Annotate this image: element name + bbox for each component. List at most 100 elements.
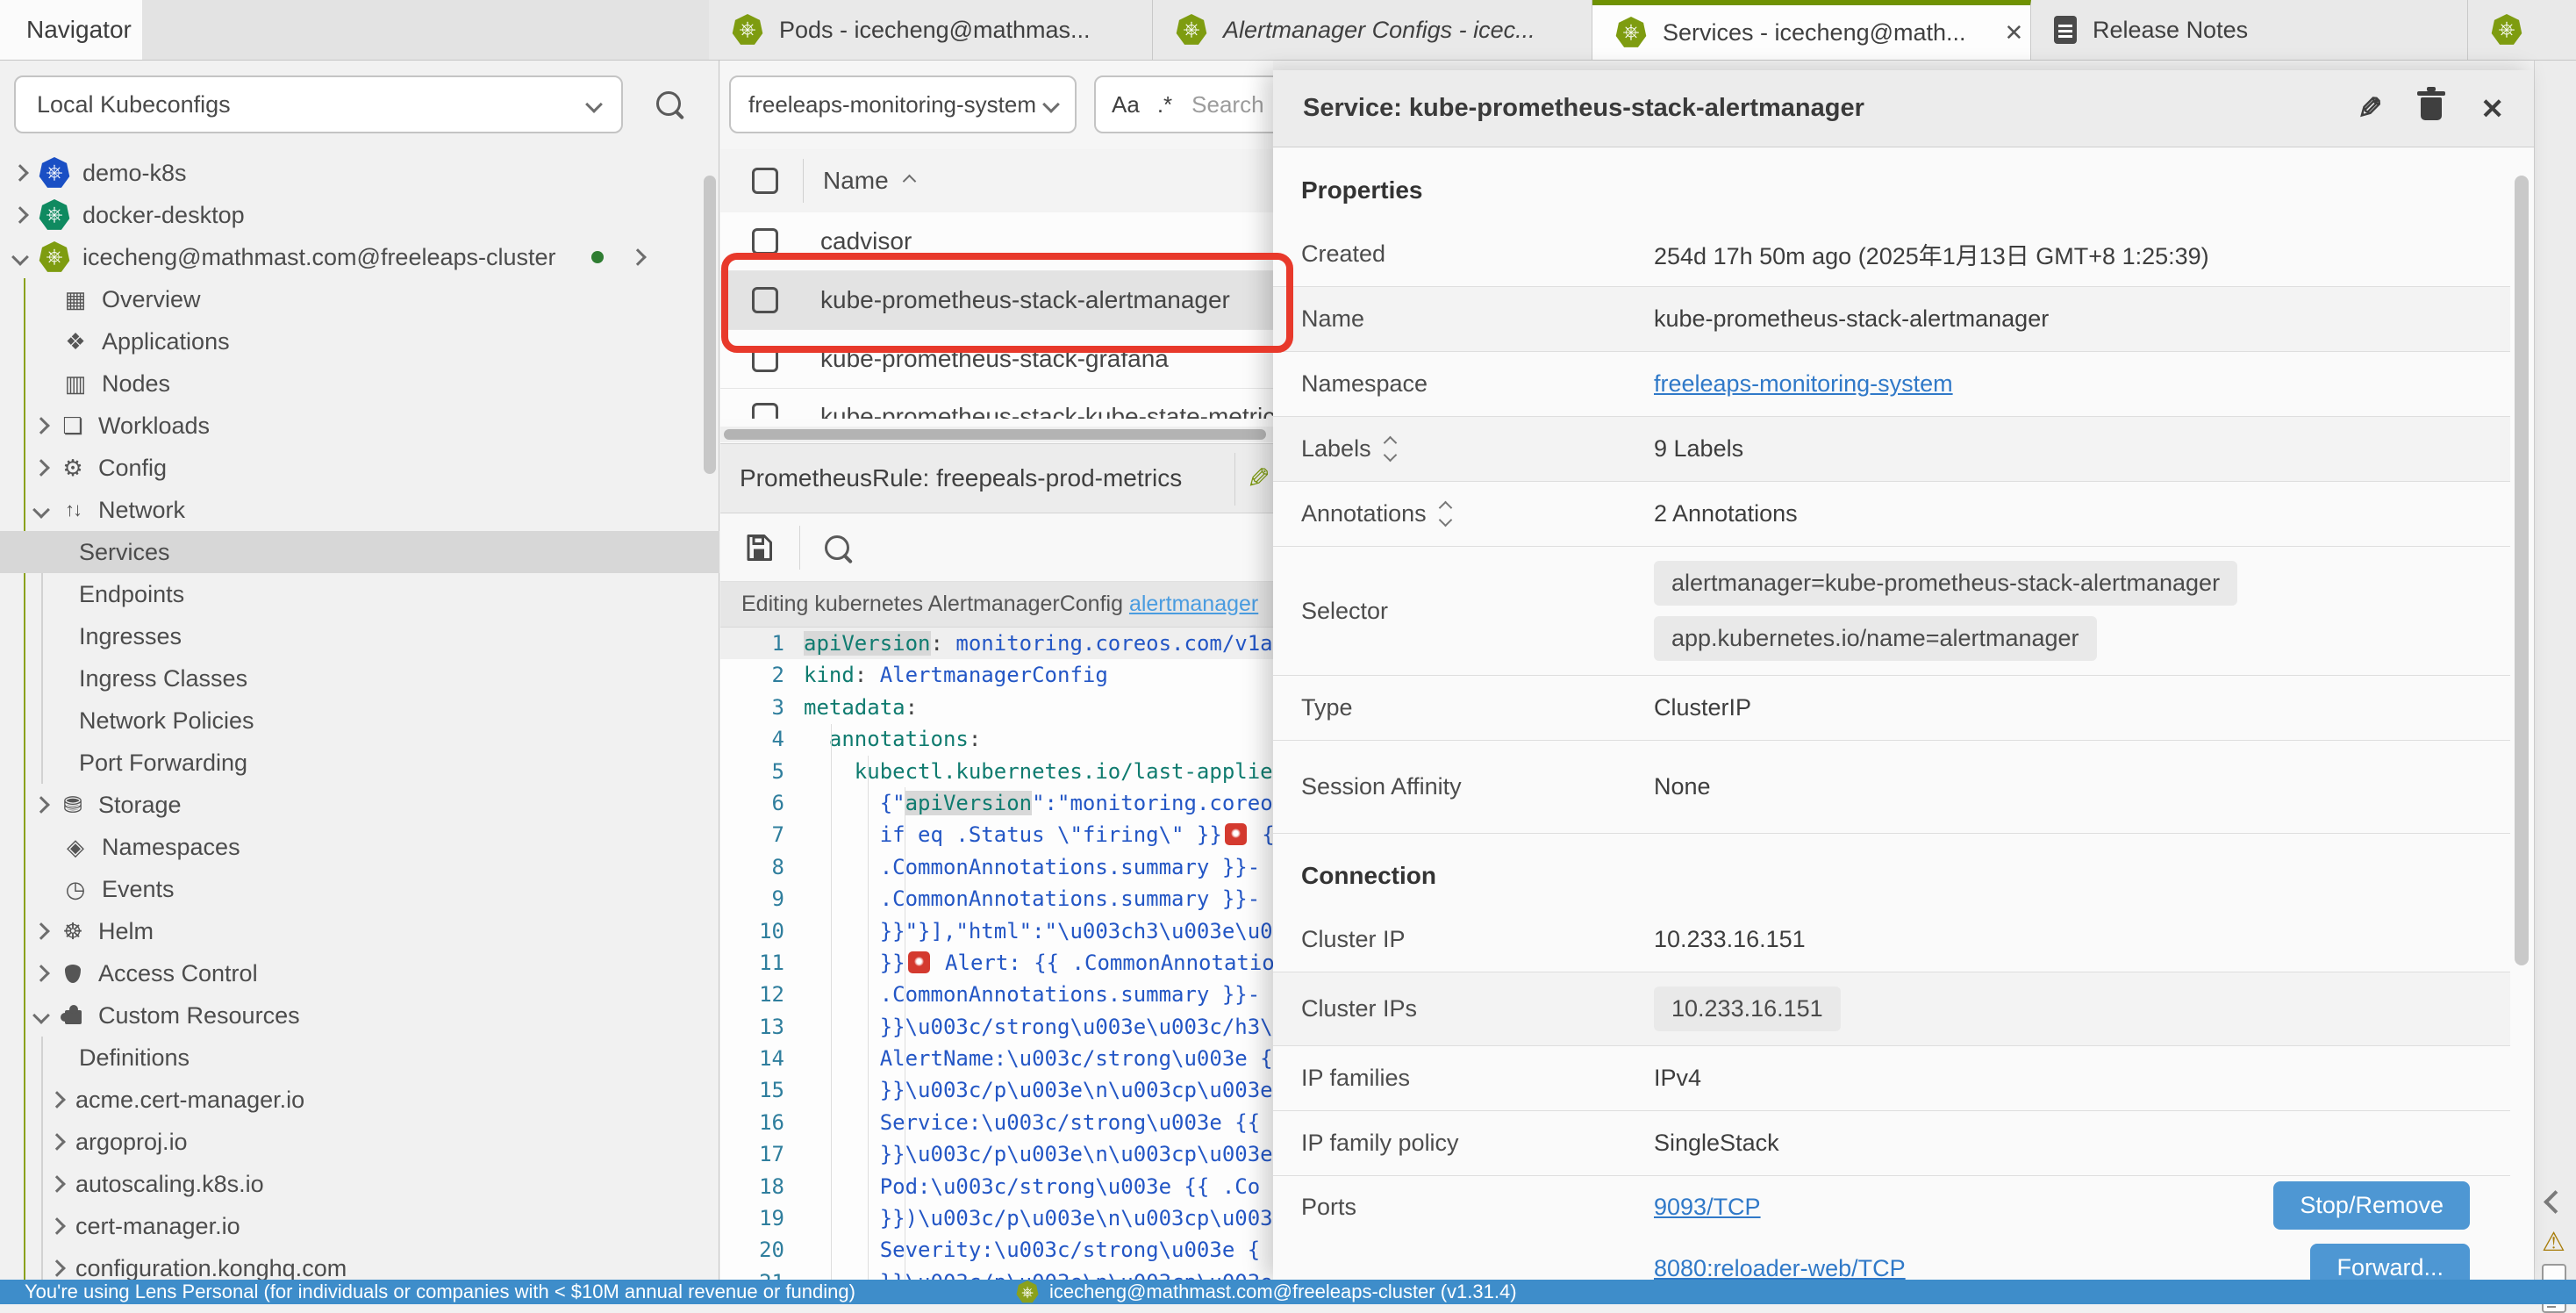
code-line[interactable]: 19 }})\u003c/p\u003e\n\u003cp\u003e\u00 <box>720 1202 1273 1234</box>
sidebar-scrollbar[interactable] <box>704 176 716 474</box>
horizontal-scrollbar[interactable] <box>720 427 1273 442</box>
expand-toggle-icon[interactable] <box>1441 503 1450 525</box>
edit-icon[interactable]: ✎ <box>2358 91 2383 126</box>
sidebar-item-acme-cert-manager[interactable]: acme.cert-manager.io <box>0 1079 719 1121</box>
yaml-editor[interactable]: 1apiVersion: monitoring.coreos.com/v1alp… <box>720 628 1273 1280</box>
sidebar-item-argoproj[interactable]: argoproj.io <box>0 1121 719 1163</box>
chevron-right-icon[interactable] <box>11 164 29 182</box>
code-line[interactable]: 10 }}"}],"html":"\u003ch3\u003e\u003cstr… <box>720 915 1273 947</box>
tab-partial[interactable]: ⎈ <box>2468 0 2576 60</box>
chevron-right-icon[interactable] <box>629 248 647 266</box>
tab-release-notes[interactable]: Release Notes <box>2031 0 2468 60</box>
sidebar-item-applications[interactable]: ❖ Applications <box>0 320 719 362</box>
chevron-right-icon[interactable] <box>32 796 50 814</box>
code-line[interactable]: 12 .CommonAnnotations.summary }}- <box>720 979 1273 1010</box>
code-line[interactable]: 3metadata: <box>720 692 1273 723</box>
chevron-right-icon[interactable] <box>48 1175 66 1193</box>
sidebar-item-workloads[interactable]: ❏ Workloads <box>0 405 719 447</box>
selector-chip[interactable]: alertmanager=kube-prometheus-stack-alert… <box>1654 561 2237 606</box>
match-case-toggle[interactable]: Aa <box>1112 91 1140 118</box>
close-icon[interactable]: ✕ <box>2480 92 2504 126</box>
code-line[interactable]: 16 Service:\u003c/strong\u003e {{ .C <box>720 1107 1273 1138</box>
stop-remove-button[interactable]: Stop/Remove <box>2273 1181 2470 1230</box>
chevron-left-icon[interactable] <box>2544 1190 2567 1214</box>
sidebar-item-demo-k8s[interactable]: ⎈ demo-k8s <box>0 152 719 194</box>
sort-asc-icon[interactable] <box>902 174 916 188</box>
code-line[interactable]: 6 {"apiVersion":"monitoring.coreos.com/v… <box>720 787 1273 819</box>
edit-pencil-icon[interactable]: ✎ <box>1247 462 1270 495</box>
sidebar-item-services[interactable]: Services <box>0 531 719 573</box>
code-line[interactable]: 7 if eq .Status \"firing\" }} {{ end }} <box>720 819 1273 850</box>
chevron-right-icon[interactable] <box>32 922 50 940</box>
code-line[interactable]: 15 }}\u003c/p\u003e\n\u003cp\u003e\u003c <box>720 1074 1273 1106</box>
sidebar-item-namespaces[interactable]: ◈ Namespaces <box>0 826 719 868</box>
code-line[interactable]: 9 .CommonAnnotations.summary }}- <box>720 883 1273 915</box>
tab-close-icon[interactable]: ✕ <box>2005 19 2024 47</box>
tab-services-active[interactable]: ⎈ Services - icecheng@math... ✕ <box>1592 0 2031 60</box>
chevron-right-icon[interactable] <box>11 206 29 224</box>
row-checkbox[interactable] <box>752 403 778 419</box>
cluster-ip-chip[interactable]: 10.233.16.151 <box>1654 987 1841 1031</box>
chevron-right-icon[interactable] <box>32 417 50 434</box>
sidebar-item-storage[interactable]: ⛃ Storage <box>0 784 719 826</box>
column-header-name[interactable]: Name <box>823 167 889 195</box>
code-line[interactable]: 13 }}\u003c/strong\u003e\u003c/h3\u003e <box>720 1011 1273 1043</box>
chevron-down-icon[interactable] <box>11 248 29 266</box>
sidebar-item-network-policies[interactable]: Network Policies <box>0 700 719 742</box>
chevron-down-icon[interactable] <box>32 501 50 519</box>
selector-chip[interactable]: app.kubernetes.io/name=alertmanager <box>1654 616 2097 661</box>
code-line[interactable]: 8 .CommonAnnotations.summary }}- <box>720 851 1273 883</box>
code-line[interactable]: 2kind: AlertmanagerConfig <box>720 659 1273 691</box>
sidebar-item-config[interactable]: ⚙ Config <box>0 447 719 489</box>
code-line[interactable]: 14 AlertName:\u003c/strong\u003e {{ . <box>720 1043 1273 1074</box>
chevron-right-icon[interactable] <box>48 1259 66 1277</box>
sidebar-item-cert-manager[interactable]: cert-manager.io <box>0 1205 719 1247</box>
sidebar-item-nodes[interactable]: ▥ Nodes <box>0 362 719 405</box>
sidebar-item-port-forwarding[interactable]: Port Forwarding <box>0 742 719 784</box>
save-icon[interactable] <box>743 532 775 563</box>
sidebar-item-access-control[interactable]: Access Control <box>0 952 719 994</box>
chevron-down-icon[interactable] <box>32 1007 50 1024</box>
alertmanager-link[interactable]: alertmanager <box>1129 592 1258 617</box>
table-row-partial[interactable]: kube-prometheus-stack-kube-state-metrics <box>720 389 1273 419</box>
forward-button[interactable]: Forward... <box>2310 1244 2470 1280</box>
search-icon[interactable] <box>656 91 681 116</box>
sidebar-item-docker-desktop[interactable]: ⎈ docker-desktop <box>0 194 719 236</box>
code-line[interactable]: 20 Severity:\u003c/strong\u003e { <box>720 1234 1273 1266</box>
row-checkbox[interactable] <box>752 228 778 255</box>
regex-toggle[interactable]: .* <box>1157 91 1172 118</box>
code-line[interactable]: 5 kubectl.kubernetes.io/last-applied-con… <box>720 756 1273 787</box>
sidebar-item-freeleaps-cluster[interactable]: ⎈ icecheng@mathmast.com@freeleaps-cluste… <box>0 236 719 278</box>
sidebar-item-custom-resources[interactable]: Custom Resources <box>0 994 719 1037</box>
port-link-9093[interactable]: 9093/TCP <box>1654 1194 1761 1221</box>
kubeconfig-select[interactable]: Local Kubeconfigs <box>14 75 623 133</box>
chevron-right-icon[interactable] <box>48 1091 66 1109</box>
drawer-scrollbar[interactable] <box>2515 176 2529 965</box>
sidebar-item-network[interactable]: ↑↓ Network <box>0 489 719 531</box>
chevron-right-icon[interactable] <box>32 965 50 982</box>
sidebar-item-definitions[interactable]: Definitions <box>0 1037 719 1079</box>
select-all-checkbox[interactable] <box>752 168 778 194</box>
code-line[interactable]: 11 }} Alert: {{ .CommonAnnotations <box>720 947 1273 979</box>
tab-alertmanager-configs[interactable]: ⎈ Alertmanager Configs - icec... <box>1153 0 1592 60</box>
code-line[interactable]: 21 }}\u003c/p\u003e\n\u003cp\u003e\u003c <box>720 1266 1273 1280</box>
code-line[interactable]: 17 }}\u003c/p\u003e\n\u003cp\u003e\u003c <box>720 1138 1273 1170</box>
code-line[interactable]: 18 Pod:\u003c/strong\u003e {{ .Co <box>720 1171 1273 1202</box>
sidebar-item-autoscaling[interactable]: autoscaling.k8s.io <box>0 1163 719 1205</box>
chevron-right-icon[interactable] <box>48 1217 66 1235</box>
expand-toggle-icon[interactable] <box>1385 438 1395 460</box>
code-line[interactable]: 1apiVersion: monitoring.coreos.com/v1alp… <box>720 628 1273 659</box>
sidebar-item-overview[interactable]: ▦ Overview <box>0 278 719 320</box>
chevron-right-icon[interactable] <box>48 1133 66 1151</box>
sidebar-item-endpoints[interactable]: Endpoints <box>0 573 719 615</box>
search-input[interactable] <box>1190 90 1273 119</box>
delete-icon[interactable] <box>2421 97 2442 120</box>
code-line[interactable]: 4 annotations: <box>720 723 1273 755</box>
sidebar-item-ingress-classes[interactable]: Ingress Classes <box>0 657 719 700</box>
editor-search-icon[interactable] <box>825 535 849 560</box>
scrollbar-thumb[interactable] <box>724 429 1266 440</box>
tab-pods[interactable]: ⎈ Pods - icecheng@mathmas... <box>709 0 1153 60</box>
sidebar-item-events[interactable]: ◷ Events <box>0 868 719 910</box>
sidebar-item-ingresses[interactable]: Ingresses <box>0 615 719 657</box>
sidebar-item-helm[interactable]: ☸ Helm <box>0 910 719 952</box>
